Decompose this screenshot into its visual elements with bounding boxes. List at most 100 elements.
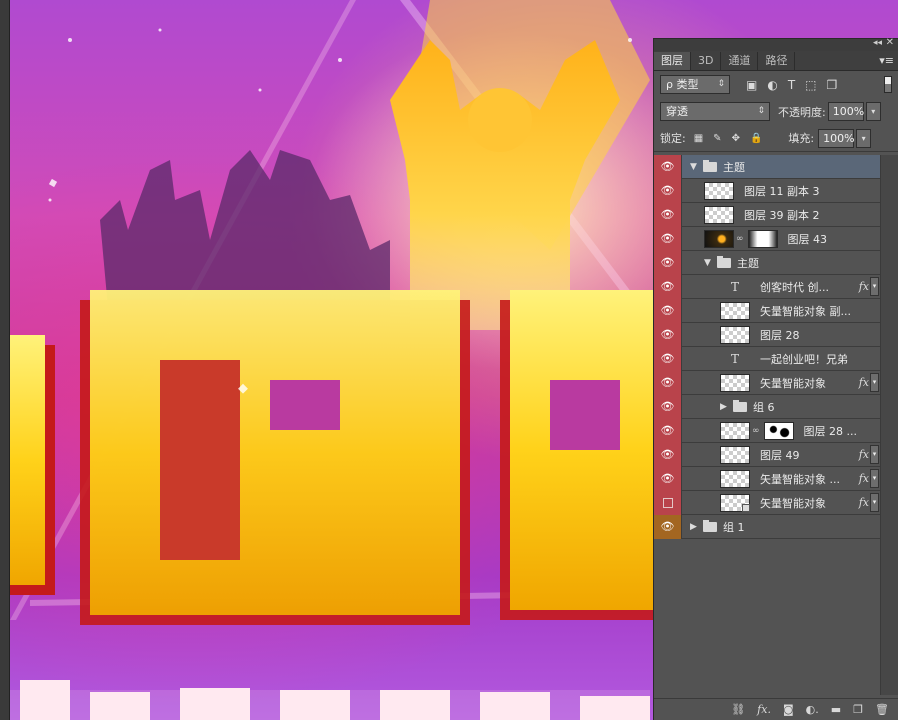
fill-dropdown-icon[interactable]: ▾ (856, 128, 872, 148)
lock-transparency-icon[interactable]: ▦ (694, 133, 703, 144)
layer-row[interactable]: 👁 图层 11 副本 3 (654, 178, 881, 203)
effects-expand-icon[interactable]: ▾ (870, 493, 879, 512)
fx-icon[interactable]: fx (859, 448, 869, 461)
layer-row[interactable]: 👁 ∞ 图层 28 ... (654, 418, 881, 443)
layer-name: 一起创业吧！兄弟 (760, 352, 848, 366)
eye-icon: 👁 (660, 184, 675, 197)
visibility-toggle[interactable]: 👁 (654, 178, 682, 203)
layer-thumbnail (720, 421, 750, 440)
visibility-toggle[interactable]: 👁 (654, 514, 682, 539)
eye-icon: 👁 (660, 232, 675, 245)
layer-name: 图层 39 副本 2 (744, 208, 820, 222)
visibility-toggle[interactable]: 👁 (654, 250, 682, 275)
tab-paths[interactable]: 路径 (758, 52, 796, 70)
visibility-toggle[interactable]: 👁 (654, 418, 682, 443)
collapsed-arrow-icon[interactable]: ▶ (720, 402, 730, 412)
layer-row[interactable]: 👁 ▼ 主题 (654, 154, 881, 179)
layer-row[interactable]: 👁 ▼ 主题 (654, 250, 881, 275)
layer-mask-thumbnail[interactable] (763, 421, 794, 440)
mask-icon[interactable]: ◙ (783, 703, 794, 716)
layer-row[interactable]: 👁 ▶ 组 6 (654, 394, 881, 419)
tab-channels[interactable]: 通道 (721, 52, 759, 70)
visibility-toggle[interactable] (654, 490, 682, 515)
tab-3d[interactable]: 3D (691, 52, 722, 70)
effects-expand-icon[interactable]: ▾ (870, 445, 879, 464)
mask-link-icon[interactable]: ∞ (736, 234, 744, 244)
visibility-toggle[interactable]: 👁 (654, 370, 682, 395)
layer-row[interactable]: 👁 ▶ 组 1 (654, 514, 881, 539)
layer-thumbnail (720, 373, 750, 392)
panel-footer: ⛓ fx. ◙ ◐. ▬ ❐ 🗑 (654, 698, 898, 720)
expand-arrow-icon[interactable]: ▼ (690, 162, 700, 172)
visibility-toggle[interactable]: 👁 (654, 394, 682, 419)
shape-filter-icon[interactable]: ⬚ (805, 78, 816, 92)
fx-icon[interactable]: fx (859, 280, 869, 293)
opacity-input[interactable]: 100% (827, 102, 864, 121)
fx-icon[interactable]: fx. (757, 703, 771, 716)
link-icon[interactable]: ⛓ (731, 703, 745, 716)
fx-icon[interactable]: fx (859, 496, 869, 509)
select-arrow-icon: ⇕ (717, 79, 725, 89)
layer-thumbnail (704, 205, 734, 224)
layer-row[interactable]: 👁 T 创客时代 创... fx ▾ (654, 274, 881, 299)
visibility-toggle[interactable]: 👁 (654, 154, 682, 179)
filter-kind-select[interactable]: ρ 类型 ⇕ (660, 75, 730, 94)
smart-object-filter-icon[interactable]: ❐ (827, 78, 838, 92)
mask-link-icon[interactable]: ∞ (752, 426, 760, 436)
visibility-toggle[interactable]: 👁 (654, 298, 682, 323)
effects-expand-icon[interactable]: ▾ (870, 469, 879, 488)
trash-icon[interactable]: 🗑 (875, 703, 889, 716)
tab-layers[interactable]: 图层 (654, 52, 691, 70)
lock-all-icon[interactable]: 🔒 (750, 133, 762, 144)
visibility-toggle[interactable]: 👁 (654, 442, 682, 467)
text-layer-icon: T (730, 279, 739, 294)
opacity-dropdown-icon[interactable]: ▾ (865, 102, 881, 121)
hidden-visibility-icon (662, 497, 673, 508)
layer-row[interactable]: 👁 图层 28 (654, 322, 881, 347)
layer-row[interactable]: 矢量智能对象 fx ▾ (654, 490, 881, 515)
blend-mode-select[interactable]: 穿透 ⇕ (660, 102, 770, 121)
filter-toggle-switch[interactable] (884, 76, 892, 93)
layer-row[interactable]: 👁 矢量智能对象 副... (654, 298, 881, 323)
visibility-toggle[interactable]: 👁 (654, 226, 682, 251)
layer-row[interactable]: 👁 矢量智能对象 ... fx ▾ (654, 466, 881, 491)
type-filter-icon[interactable]: T (788, 78, 795, 92)
fill-input[interactable]: 100% (818, 128, 855, 148)
collapsed-arrow-icon[interactable]: ▶ (690, 522, 700, 532)
effects-expand-icon[interactable]: ▾ (870, 277, 879, 296)
lock-paint-icon[interactable]: ✎ (713, 133, 721, 144)
image-filter-icon[interactable]: ▣ (746, 78, 757, 92)
close-panel-icon[interactable]: ✕ (886, 37, 894, 48)
panel-menu-icon[interactable]: ▾≡ (879, 54, 894, 67)
visibility-toggle[interactable]: 👁 (654, 274, 682, 299)
visibility-toggle[interactable]: 👁 (654, 202, 682, 227)
layer-row[interactable]: 👁 图层 49 fx ▾ (654, 442, 881, 467)
layer-row[interactable]: 👁 ∞ 图层 43 (654, 226, 881, 251)
layer-row[interactable]: 👁 图层 39 副本 2 (654, 202, 881, 227)
layer-row[interactable]: 👁 T 一起创业吧！兄弟 (654, 346, 881, 371)
layers-scrollbar[interactable] (880, 155, 898, 695)
layer-name: 图层 11 副本 3 (744, 184, 820, 198)
visibility-toggle[interactable]: 👁 (654, 322, 682, 347)
visibility-toggle[interactable]: 👁 (654, 346, 682, 371)
layer-mask-thumbnail[interactable] (747, 229, 778, 248)
new-group-icon[interactable]: ▬ (831, 703, 841, 716)
fx-icon[interactable]: fx (859, 472, 869, 485)
layer-name: 矢量智能对象 ... (760, 472, 840, 486)
lock-position-icon[interactable]: ✥ (732, 133, 740, 144)
adjustment-icon[interactable]: ◐. (806, 703, 819, 716)
layer-row[interactable]: 👁 矢量智能对象 fx ▾ (654, 370, 881, 395)
new-layer-icon[interactable]: ❐ (853, 703, 863, 716)
layer-thumbnail (720, 325, 750, 344)
layer-thumbnail (720, 469, 750, 488)
opacity-label: 不透明度: (778, 105, 826, 119)
layer-name: 矢量智能对象 (760, 376, 826, 390)
effects-expand-icon[interactable]: ▾ (870, 373, 879, 392)
adjustment-filter-icon[interactable]: ◐ (767, 78, 777, 92)
visibility-toggle[interactable]: 👁 (654, 466, 682, 491)
layer-name: 主题 (723, 160, 745, 174)
fx-icon[interactable]: fx (859, 376, 869, 389)
layer-name: 图层 28 (760, 328, 800, 342)
expand-arrow-icon[interactable]: ▼ (704, 258, 714, 268)
collapse-panel-icon[interactable]: ◂◂ (873, 38, 882, 48)
